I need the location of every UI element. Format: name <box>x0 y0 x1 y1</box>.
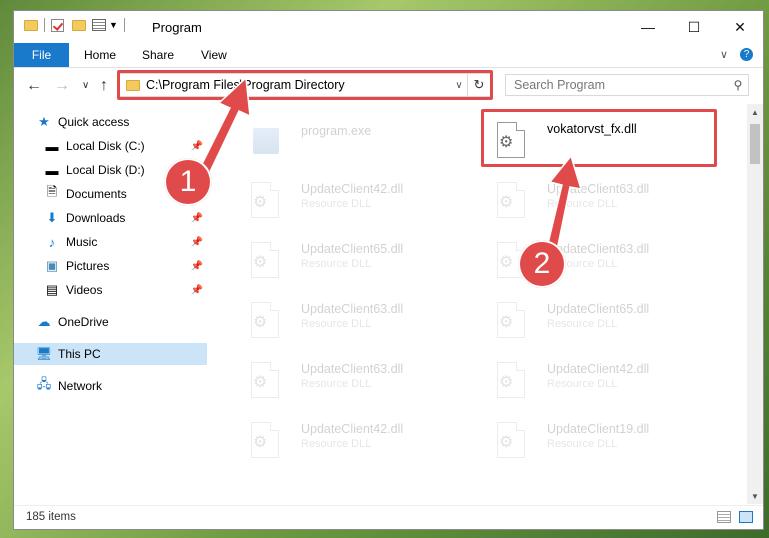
step-1-badge: 1 <box>164 158 212 206</box>
annotation-arrows <box>196 76 583 256</box>
arrow-2 <box>545 154 583 256</box>
step-2-badge: 2 <box>518 240 566 288</box>
arrow-1 <box>196 76 251 177</box>
